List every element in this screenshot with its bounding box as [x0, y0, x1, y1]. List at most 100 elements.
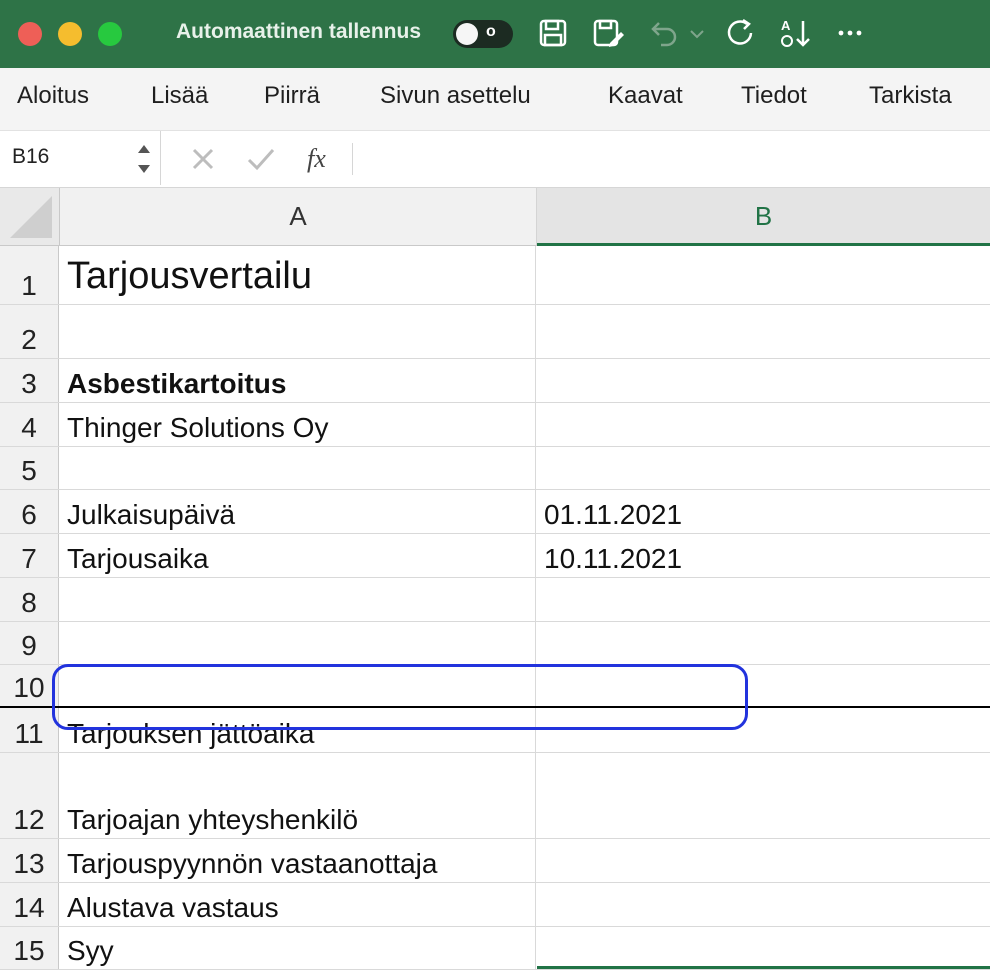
- cell-value: Syy: [67, 935, 114, 966]
- sort-icon[interactable]: A: [778, 15, 814, 51]
- row-header[interactable]: 7: [0, 534, 59, 577]
- cell-value: 01.11.2021: [544, 499, 683, 530]
- confirm-icon[interactable]: [245, 143, 277, 175]
- table-row: 7 Tarjousaika 10.11.2021: [0, 534, 990, 578]
- name-box-value: B16: [12, 145, 50, 168]
- cell-b9[interactable]: [537, 622, 990, 664]
- table-row: 15 Syy: [0, 927, 990, 970]
- cell-a12[interactable]: Tarjoajan yhteyshenkilö: [60, 753, 536, 838]
- row-header[interactable]: 1: [0, 246, 59, 304]
- row-number: 1: [21, 270, 37, 301]
- cancel-icon[interactable]: [187, 143, 219, 175]
- tab-tiedot[interactable]: Tiedot: [741, 82, 807, 110]
- row-header[interactable]: 5: [0, 447, 59, 489]
- cell-a1[interactable]: Tarjousvertailu: [60, 246, 536, 304]
- row-header[interactable]: 3: [0, 359, 59, 402]
- cell-b3[interactable]: [537, 359, 990, 402]
- selection-edge: [537, 966, 990, 969]
- formula-separator: [352, 143, 353, 175]
- save-as-icon[interactable]: [590, 15, 626, 51]
- name-box-stepper-icon[interactable]: [134, 139, 154, 179]
- table-row: 5: [0, 447, 990, 490]
- autosave-label: Automaattinen tallennus: [176, 20, 422, 43]
- row-header[interactable]: 15: [0, 927, 59, 969]
- save-icon[interactable]: [535, 15, 571, 51]
- table-row: 14 Alustava vastaus: [0, 883, 990, 927]
- tab-lisaa[interactable]: Lisää: [151, 82, 208, 110]
- row-header[interactable]: 10: [0, 665, 59, 706]
- close-window-button[interactable]: [18, 22, 42, 46]
- zoom-window-button[interactable]: [98, 22, 122, 46]
- row-header[interactable]: 9: [0, 622, 59, 664]
- cell-value: Tarjouspyynnön vastaanottaja: [67, 848, 438, 879]
- row-number: 13: [13, 848, 45, 879]
- toggle-state: o: [486, 23, 496, 40]
- cell-b13[interactable]: [537, 839, 990, 882]
- minimize-window-button[interactable]: [58, 22, 82, 46]
- row-number: 6: [21, 499, 37, 530]
- redo-icon[interactable]: [723, 15, 759, 51]
- cell-b2[interactable]: [537, 305, 990, 358]
- cell-a9[interactable]: [60, 622, 536, 664]
- cell-a4[interactable]: Thinger Solutions Oy: [60, 403, 536, 446]
- cell-b5[interactable]: [537, 447, 990, 489]
- row-header[interactable]: 14: [0, 883, 59, 926]
- row-number: 11: [14, 718, 44, 749]
- undo-icon[interactable]: [645, 15, 681, 51]
- row-header[interactable]: 13: [0, 839, 59, 882]
- tab-aloitus[interactable]: Aloitus: [17, 82, 89, 110]
- undo-dropdown-icon[interactable]: [685, 15, 709, 51]
- title-bar: Automaattinen tallennus o A: [0, 0, 990, 68]
- table-row: 8: [0, 578, 990, 622]
- cell-b1[interactable]: [537, 246, 990, 304]
- cell-b15[interactable]: [537, 927, 990, 969]
- row-number: 15: [13, 935, 45, 966]
- table-row: 12 Tarjoajan yhteyshenkilö: [0, 753, 990, 839]
- row-number: 4: [21, 412, 37, 443]
- row-header[interactable]: 12: [0, 753, 59, 838]
- tab-tarkista[interactable]: Tarkista: [869, 82, 952, 110]
- cell-a6[interactable]: Julkaisupäivä: [60, 490, 536, 533]
- column-header-b[interactable]: B: [537, 188, 990, 246]
- row-number: 9: [21, 630, 37, 661]
- column-header-a[interactable]: A: [60, 188, 537, 246]
- cell-value: Thinger Solutions Oy: [67, 412, 329, 443]
- cell-a5[interactable]: [60, 447, 536, 489]
- cell-b8[interactable]: [537, 578, 990, 621]
- row-number: 10: [13, 672, 45, 703]
- cell-a14[interactable]: Alustava vastaus: [60, 883, 536, 926]
- table-row: 1 Tarjousvertailu: [0, 246, 990, 305]
- cell-a7[interactable]: Tarjousaika: [60, 534, 536, 577]
- row-header[interactable]: 2: [0, 305, 59, 358]
- cell-b14[interactable]: [537, 883, 990, 926]
- autosave-toggle[interactable]: o: [453, 20, 513, 48]
- toggle-knob: [456, 23, 478, 45]
- cell-b6[interactable]: 01.11.2021: [537, 490, 990, 533]
- cell-b7[interactable]: 10.11.2021: [537, 534, 990, 577]
- formula-bar: B16 fx: [0, 131, 990, 188]
- cell-a15[interactable]: Syy: [60, 927, 536, 969]
- row-number: 12: [13, 804, 45, 835]
- cell-a2[interactable]: [60, 305, 536, 358]
- name-box[interactable]: B16: [0, 131, 161, 185]
- row-number: 14: [13, 892, 45, 923]
- more-icon[interactable]: [832, 15, 868, 51]
- row-number: 5: [21, 455, 37, 486]
- tab-sivun-asettelu[interactable]: Sivun asettelu: [380, 82, 531, 110]
- insert-function-icon[interactable]: fx: [305, 143, 345, 175]
- tab-piirra[interactable]: Piirrä: [264, 82, 320, 110]
- row-header[interactable]: 8: [0, 578, 59, 621]
- row-number: 7: [21, 543, 37, 574]
- cell-b12[interactable]: [537, 753, 990, 838]
- row-header[interactable]: 6: [0, 490, 59, 533]
- row-header[interactable]: 4: [0, 403, 59, 446]
- cell-a8[interactable]: [60, 578, 536, 621]
- cell-b4[interactable]: [537, 403, 990, 446]
- cell-a13[interactable]: Tarjouspyynnön vastaanottaja: [60, 839, 536, 882]
- select-all-corner[interactable]: [0, 188, 60, 246]
- cell-a3[interactable]: Asbestikartoitus: [60, 359, 536, 402]
- tab-kaavat[interactable]: Kaavat: [608, 82, 683, 110]
- table-row: 13 Tarjouspyynnön vastaanottaja: [0, 839, 990, 883]
- row-header[interactable]: 11: [0, 708, 59, 752]
- table-row: 2: [0, 305, 990, 359]
